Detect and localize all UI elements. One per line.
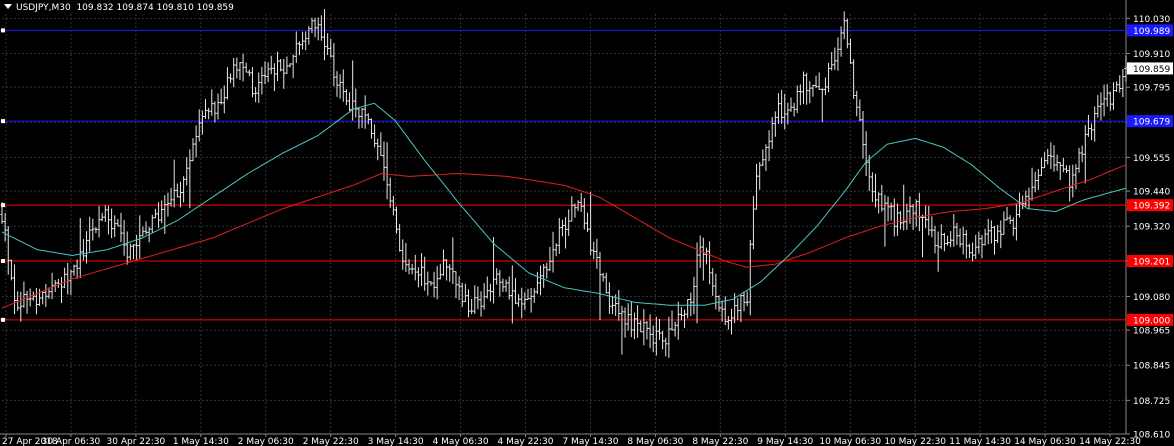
level-price-label: 109.392 — [1133, 202, 1170, 212]
level-price-label: 109.989 — [1133, 27, 1170, 37]
x-tick-label: 30 Apr 22:30 — [107, 437, 166, 446]
level-price-label: 109.000 — [1133, 316, 1170, 326]
symbol-timeframe: USDJPY,M30 — [16, 3, 71, 13]
level-handle[interactable] — [1, 259, 5, 264]
y-tick-label: 108.725 — [1133, 397, 1170, 407]
y-tick-label: 109.555 — [1133, 154, 1170, 164]
level-price-label: 109.201 — [1133, 258, 1170, 268]
x-tick-label: 14 May 06:30 — [1014, 437, 1076, 446]
level-handle[interactable] — [1, 119, 5, 124]
x-tick-label: 10 May 06:30 — [819, 437, 881, 446]
dropdown-arrow-icon[interactable] — [4, 4, 12, 9]
x-tick-label: 1 May 14:30 — [173, 437, 229, 446]
x-tick-label: 4 May 22:30 — [498, 437, 554, 446]
x-tick-label: 30 Apr 06:30 — [42, 437, 101, 446]
y-tick-label: 108.965 — [1133, 327, 1170, 337]
price-chart[interactable]: 110.030109.910109.795109.675109.555109.4… — [0, 0, 1174, 446]
x-tick-label: 2 May 22:30 — [303, 437, 359, 446]
x-tick-label: 9 May 14:30 — [757, 437, 813, 446]
y-tick-label: 108.845 — [1133, 362, 1170, 372]
y-tick-label: 110.030 — [1133, 15, 1170, 25]
x-tick-label: 10 May 22:30 — [884, 437, 946, 446]
chart-title: USDJPY,M30 109.832 109.874 109.810 109.8… — [4, 3, 234, 13]
x-tick-label: 7 May 14:30 — [562, 437, 618, 446]
x-tick-label: 11 May 14:30 — [949, 437, 1011, 446]
x-tick-label: 8 May 22:30 — [692, 437, 748, 446]
x-tick-label: 8 May 06:30 — [627, 437, 683, 446]
ohlc-values: 109.832 109.874 109.810 109.859 — [76, 3, 234, 13]
y-tick-label: 109.910 — [1133, 50, 1170, 60]
level-price-label: 109.679 — [1133, 118, 1170, 128]
x-tick-label: 3 May 14:30 — [368, 437, 424, 446]
level-handle[interactable] — [1, 317, 5, 322]
current-price-label: 109.859 — [1133, 65, 1170, 75]
x-tick-label: 4 May 06:30 — [433, 437, 489, 446]
y-tick-label: 109.795 — [1133, 84, 1170, 94]
x-tick-label: 2 May 06:30 — [238, 437, 294, 446]
y-tick-label: 109.440 — [1133, 188, 1170, 198]
level-handle[interactable] — [1, 28, 5, 33]
y-tick-label: 109.080 — [1133, 293, 1170, 303]
y-tick-label: 109.320 — [1133, 223, 1170, 233]
x-tick-label: 14 May 22:30 — [1079, 437, 1141, 446]
